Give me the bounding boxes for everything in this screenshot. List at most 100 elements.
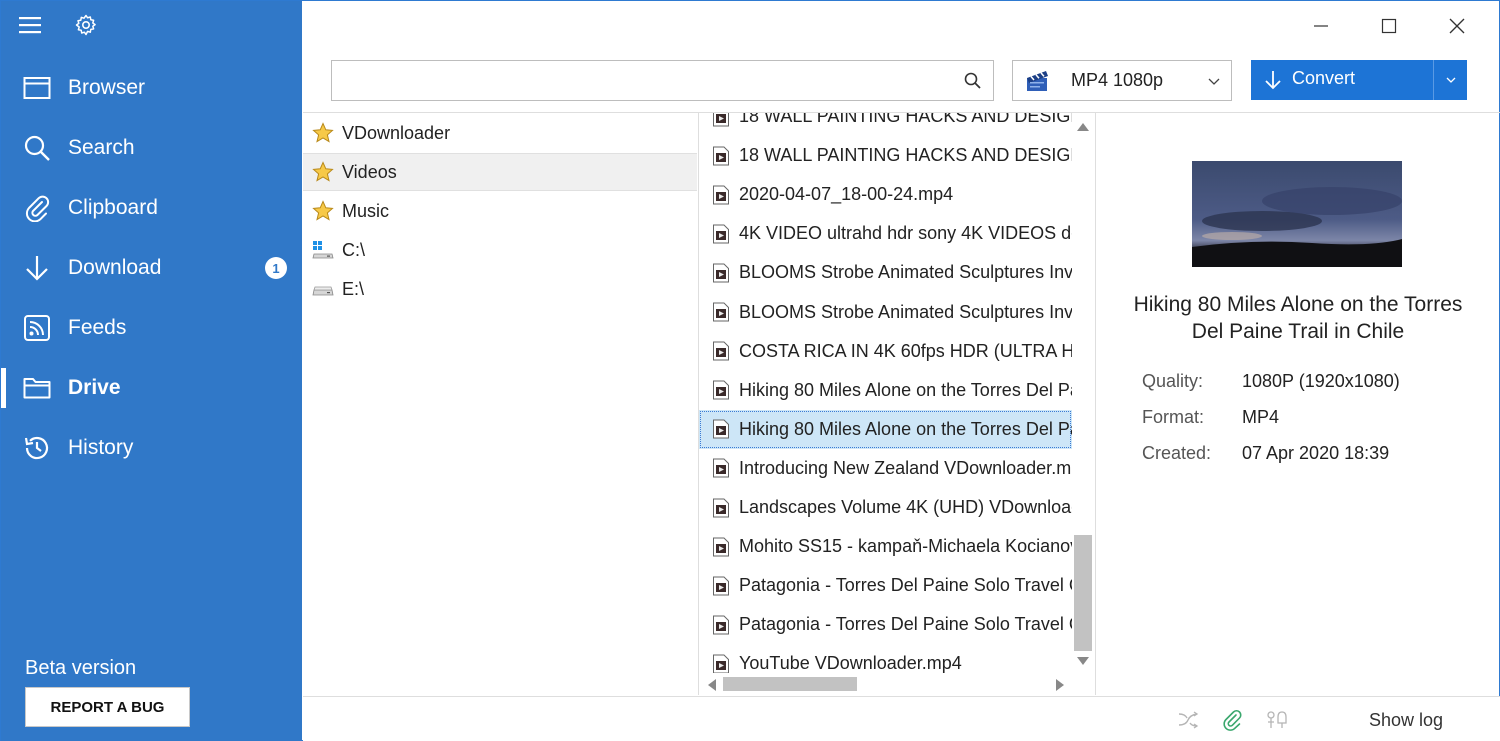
nav-clipboard[interactable]: Clipboard [1, 182, 302, 234]
nav-drive[interactable]: Drive [1, 362, 302, 414]
file-list-horizontal-scrollbar[interactable] [699, 674, 1073, 694]
tree-item-music[interactable]: Music [303, 192, 697, 230]
file-name: Patagonia - Torres Del Paine Solo Travel… [739, 614, 1072, 635]
nav-feeds[interactable]: Feeds [1, 302, 302, 354]
close-button[interactable] [1423, 9, 1491, 43]
file-row[interactable]: BLOOMS Strobe Animated Sculptures Inve [699, 293, 1072, 332]
created-label: Created: [1142, 443, 1212, 463]
window-controls [1287, 9, 1491, 43]
format-dropdown[interactable]: MP4 1080p [1012, 60, 1232, 101]
tree-item-c-drive[interactable]: C:\ [303, 231, 697, 269]
video-thumbnail [1192, 161, 1402, 267]
nav-download[interactable]: Download 1 [1, 242, 302, 294]
video-file-icon [712, 576, 730, 596]
file-name: YouTube VDownloader.mp4 [739, 653, 962, 673]
tree-item-videos[interactable]: Videos [303, 153, 697, 191]
search-input[interactable] [340, 69, 940, 93]
minimize-button[interactable] [1287, 9, 1355, 43]
nav-clipboard-label: Clipboard [68, 196, 158, 219]
convert-options-chevron-icon[interactable] [1434, 60, 1467, 100]
scroll-up-arrow-icon[interactable] [1076, 119, 1090, 133]
status-bar: Show log [303, 696, 1500, 741]
video-file-icon [712, 341, 730, 361]
drive-icon [312, 278, 334, 300]
video-file-icon [712, 654, 730, 673]
video-file-icon [712, 458, 730, 478]
file-row[interactable]: Patagonia - Torres Del Paine Solo Travel… [699, 605, 1072, 644]
nav-browser-label: Browser [68, 76, 146, 99]
video-file-icon [712, 113, 730, 127]
scroll-down-arrow-icon[interactable] [1076, 653, 1090, 667]
file-row[interactable]: Landscapes Volume 4K (UHD) VDownload [699, 488, 1072, 527]
video-file-icon [712, 615, 730, 635]
history-icon [23, 434, 51, 462]
file-row[interactable]: COSTA RICA IN 4K 60fps HDR (ULTRA HD) [699, 332, 1072, 371]
file-name: Introducing New Zealand VDownloader.m [739, 457, 1072, 478]
file-name: Hiking 80 Miles Alone on the Torres Del … [739, 379, 1072, 400]
tree-item-label: E:\ [342, 278, 365, 299]
clipboard-monitor-icon[interactable] [1221, 709, 1243, 731]
rss-icon [23, 314, 51, 342]
nav-search[interactable]: Search [1, 122, 302, 174]
file-row[interactable]: 18 WALL PAINTING HACKS AND DESIGN I [699, 113, 1072, 136]
file-row[interactable]: BLOOMS Strobe Animated Sculptures Inve [699, 253, 1072, 292]
show-log-link[interactable]: Show log [1369, 710, 1443, 731]
file-row[interactable]: Patagonia - Torres Del Paine Solo Travel… [699, 566, 1072, 605]
file-row[interactable]: 4K VIDEO ultrahd hdr sony 4K VIDEOS der [699, 214, 1072, 253]
star-icon [312, 161, 334, 183]
search-icon[interactable] [963, 71, 983, 91]
file-list-vertical-scrollbar[interactable] [1073, 113, 1093, 673]
format-value: MP4 [1242, 407, 1280, 427]
file-name: Landscapes Volume 4K (UHD) VDownload [739, 497, 1072, 517]
gear-icon[interactable] [73, 12, 99, 38]
file-name: Patagonia - Torres Del Paine Solo Travel… [739, 575, 1072, 596]
file-name: BLOOMS Strobe Animated Sculptures Inve [739, 301, 1072, 322]
tree-item-e-drive[interactable]: E:\ [303, 270, 697, 308]
tree-item-vdownloader[interactable]: VDownloader [303, 114, 697, 152]
nav-browser[interactable]: Browser [1, 62, 302, 114]
hamburger-menu-icon[interactable] [17, 12, 43, 38]
video-file-icon [712, 419, 730, 439]
file-row[interactable]: Hiking 80 Miles Alone on the Torres Del … [699, 371, 1072, 410]
file-row[interactable]: Hiking 80 Miles Alone on the Torres Del … [699, 409, 1072, 449]
horizontal-scroll-thumb[interactable] [723, 677, 857, 691]
browser-icon [23, 74, 51, 102]
tree-item-label: Videos [342, 161, 397, 182]
tree-item-label: Music [342, 200, 390, 221]
tree-item-label: C:\ [342, 239, 366, 260]
file-row[interactable]: YouTube VDownloader.mp4 [699, 644, 1072, 673]
file-name: COSTA RICA IN 4K 60fps HDR (ULTRA HD) [739, 340, 1072, 361]
nav-history[interactable]: History [1, 422, 302, 474]
chevron-down-icon [1207, 73, 1221, 87]
video-file-icon [712, 302, 730, 322]
file-row[interactable]: 2020-04-07_18-00-24.mp4 [699, 175, 1072, 214]
video-file-icon [712, 380, 730, 400]
file-row[interactable]: Introducing New Zealand VDownloader.m [699, 449, 1072, 488]
video-file-icon [712, 537, 730, 557]
file-row[interactable]: 18 WALL PAINTING HACKS AND DESIGN I [699, 136, 1072, 175]
file-name: 4K VIDEO ultrahd hdr sony 4K VIDEOS der [739, 223, 1072, 244]
maximize-button[interactable] [1355, 9, 1423, 43]
arrow-down-icon [1263, 70, 1283, 90]
convert-button[interactable]: Convert [1251, 60, 1467, 100]
file-name: 2020-04-07_18-00-24.mp4 [739, 184, 954, 205]
search-box [331, 60, 994, 101]
maximize-icon [1381, 18, 1397, 34]
quality-value: 1080P (1920x1080) [1242, 371, 1400, 391]
file-row[interactable]: Mohito SS15 - kampaň-Michaela Kocianov [699, 527, 1072, 566]
report-bug-button[interactable]: REPORT A BUG [25, 687, 190, 727]
nav-history-label: History [68, 436, 134, 459]
details-panel: Hiking 80 Miles Alone on the Torres Del … [1096, 113, 1500, 695]
video-file-icon [712, 224, 730, 244]
shuffle-icon[interactable] [1177, 709, 1199, 731]
nav-feeds-label: Feeds [68, 316, 127, 339]
star-icon [312, 200, 334, 222]
scroll-thumb[interactable] [1074, 535, 1092, 651]
sidebar: Browser Search Clipboard Download 1 Feed… [1, 1, 302, 741]
notifications-icon[interactable] [1265, 709, 1287, 731]
clapperboard-icon [1025, 69, 1051, 93]
format-key-label: Format: [1142, 407, 1205, 427]
scroll-right-arrow-icon[interactable] [1053, 677, 1067, 691]
video-file-icon [712, 498, 730, 518]
scroll-left-arrow-icon[interactable] [705, 677, 719, 691]
